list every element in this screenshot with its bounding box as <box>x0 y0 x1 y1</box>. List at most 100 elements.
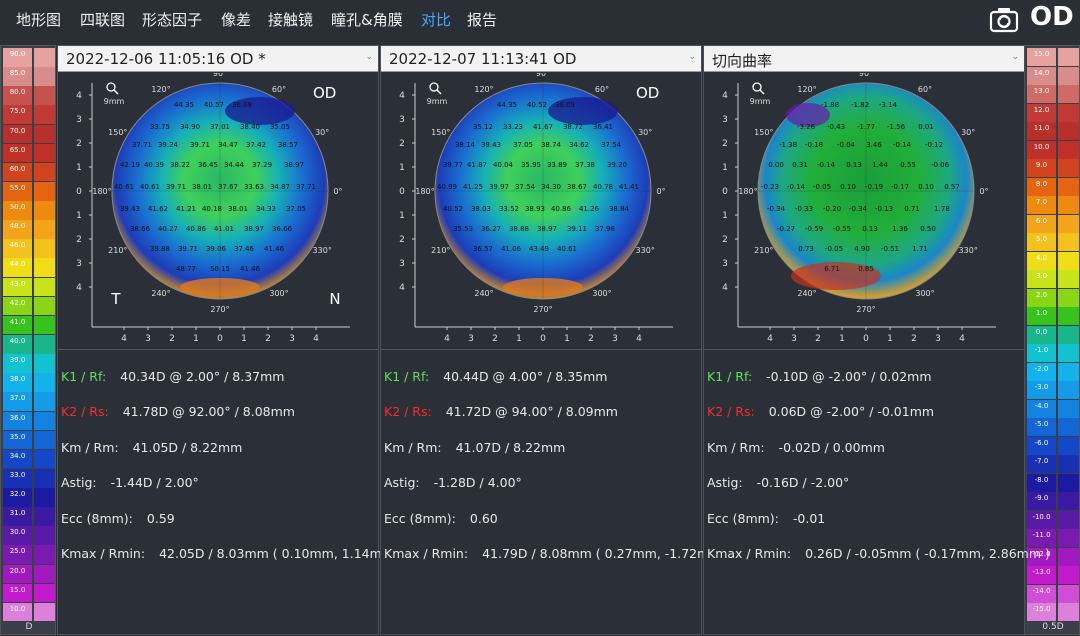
map-value: 37.05 <box>286 205 306 213</box>
y-axis-tick: 4 <box>399 283 405 293</box>
angle-label: 240° <box>474 289 493 298</box>
map-value: 33.23 <box>503 123 523 131</box>
map-value: 37.71 <box>296 183 316 191</box>
map-value: 0.10 <box>840 183 856 191</box>
y-axis-tick: 4 <box>399 91 405 101</box>
y-axis-tick: 1 <box>76 163 82 173</box>
scale-step: -3.0 <box>1027 381 1056 400</box>
stats-section: K1 / Rf: 40.34D @ 2.00° / 8.37mm K2 / Rs:… <box>58 351 403 635</box>
eye-indicator[interactable]: OD <box>1030 2 1074 32</box>
map-value: 40.27 <box>158 225 178 233</box>
x-axis-tick: 4 <box>313 334 319 344</box>
chevron-down-icon: ⌄ <box>1011 52 1019 62</box>
scale-swatch <box>1058 418 1079 437</box>
y-axis-tick: 4 <box>76 91 82 101</box>
map-value: 0.85 <box>858 265 874 273</box>
scale-swatch <box>34 354 55 373</box>
menu-item-shape-factor[interactable]: 形态因子 <box>142 9 202 30</box>
nasal-label: N <box>329 290 340 308</box>
scale-swatch <box>34 162 55 182</box>
y-axis-tick: 0 <box>722 187 728 197</box>
corneal-map-area[interactable]: 4 4 3 3 2 2 1 1 0 0 1 1 2 2 3 3 4 4 90° 60° 30° 0° 330° 300° 270… <box>704 73 1024 350</box>
map-value: 34.44 <box>224 161 245 169</box>
y-axis-tick: 1 <box>722 211 728 221</box>
menu-item-topography[interactable]: 地形图 <box>16 9 61 30</box>
angle-label: 150° <box>754 128 773 137</box>
menu-item-aberration[interactable]: 像差 <box>221 9 251 30</box>
stat-km: Km / Rm: -0.02D / 0.00mm <box>707 440 885 455</box>
menu-item-contact-lens[interactable]: 接触镜 <box>268 9 313 30</box>
stat-kmax: Kmax / Rmin: 42.05D / 8.03mm ( 0.10mm, 1.… <box>61 546 403 561</box>
angle-label: 240° <box>151 289 170 298</box>
map-value: -1.82 <box>851 101 869 109</box>
map-value: 1.44 <box>872 161 888 169</box>
corneal-map-area[interactable]: 4 4 3 3 2 2 1 1 0 0 1 1 2 2 3 3 4 4 90° 60° 30° 0° 330° 300° 270… <box>381 73 701 350</box>
x-axis-tick: 3 <box>935 334 941 344</box>
scale-swatch <box>1058 140 1079 159</box>
menu-item-report[interactable]: 报告 <box>467 9 497 30</box>
scale-swatch <box>34 181 55 201</box>
map-value: 37.54 <box>601 141 622 149</box>
panel-header-select[interactable]: 2022-12-06 11:05:16 OD * ⌄ <box>58 46 378 72</box>
stat-k1: K1 / Rf: -0.10D @ -2.00° / 0.02mm <box>707 369 932 384</box>
menu-item-pupil-cornea[interactable]: 瞳孔&角膜 <box>331 9 403 30</box>
map-value: -0.14 <box>787 183 806 191</box>
scale-swatch <box>34 86 55 105</box>
scale-swatch <box>34 105 55 125</box>
map-value: 0.10 <box>918 183 934 191</box>
map-value: 41.41 <box>619 183 639 191</box>
scale-step: -15.0 <box>1027 603 1056 622</box>
x-axis-tick: 2 <box>588 334 594 344</box>
scale-swatch <box>1058 103 1079 122</box>
menu-item-quad-map[interactable]: 四联图 <box>80 9 125 30</box>
scale-swatch <box>34 67 55 86</box>
camera-icon[interactable] <box>989 6 1019 34</box>
map-value: 36.27 <box>481 225 501 233</box>
map-value: 40.61 <box>557 245 577 253</box>
scale-swatch <box>1058 381 1079 400</box>
map-value: 35.53 <box>453 225 473 233</box>
stat-kmax: Kmax / Rmin: 0.26D / -0.05mm ( -0.17mm, 2… <box>707 546 1050 561</box>
corneal-map-area[interactable]: 4 4 3 3 2 2 1 1 0 0 1 1 2 2 3 3 4 4 90° 60° 30° 0° 330° 300° 270… <box>58 73 378 350</box>
panel-header-text: 2022-12-07 11:13:41 OD <box>389 50 577 68</box>
map-value: 1.78 <box>934 205 950 213</box>
map-value: -0.59 <box>805 225 823 233</box>
scale-step: 40.0 <box>3 335 32 354</box>
map-value: 34.87 <box>270 183 290 191</box>
stat-ecc: Ecc (8mm): 0.60 <box>384 511 498 526</box>
stat-k1: K1 / Rf: 40.34D @ 2.00° / 8.37mm <box>61 369 285 384</box>
map-value: -1.88 <box>821 101 839 109</box>
map-value: 40.57 <box>204 101 224 109</box>
map-value: 41.26 <box>579 205 600 213</box>
panel-header-select[interactable]: 切向曲率 ⌄ <box>704 46 1024 72</box>
map-value: 0.50 <box>920 225 936 233</box>
map-value: 40.61 <box>140 183 160 191</box>
scale-step: -9.0 <box>1027 492 1056 511</box>
menu-item-compare[interactable]: 对比 <box>421 9 451 30</box>
map-value: 40.52 <box>443 205 463 213</box>
scale-swatch <box>1058 566 1079 585</box>
map-eye-label: OD <box>313 84 336 102</box>
y-axis-tick: 2 <box>76 139 82 149</box>
map-value: 6.71 <box>824 265 840 273</box>
x-axis-tick: 1 <box>193 334 199 344</box>
angle-label: 180° <box>415 187 434 196</box>
map-value: 40.86 <box>551 205 572 213</box>
map-value: 0.13 <box>862 225 878 233</box>
map-value: 37.38 <box>575 161 595 169</box>
scale-swatch <box>1058 510 1079 529</box>
scale-swatch <box>1058 251 1079 270</box>
angle-label: 270° <box>210 305 229 314</box>
scale-step: 35.0 <box>3 430 32 450</box>
x-axis-tick: 2 <box>815 334 821 344</box>
y-axis-tick: 4 <box>76 283 82 293</box>
panel-header-select[interactable]: 2022-12-07 11:13:41 OD ⌄ <box>381 46 701 72</box>
scale-step: 50.0 <box>3 201 32 220</box>
scale-swatch <box>1058 473 1079 492</box>
scale-swatch <box>34 124 55 144</box>
map-value: 38.97 <box>537 225 557 233</box>
map-value: 0.57 <box>944 183 960 191</box>
map-value: 40.78 <box>593 183 613 191</box>
scale-step: 60.0 <box>3 162 32 182</box>
scale-swatch <box>34 468 55 488</box>
